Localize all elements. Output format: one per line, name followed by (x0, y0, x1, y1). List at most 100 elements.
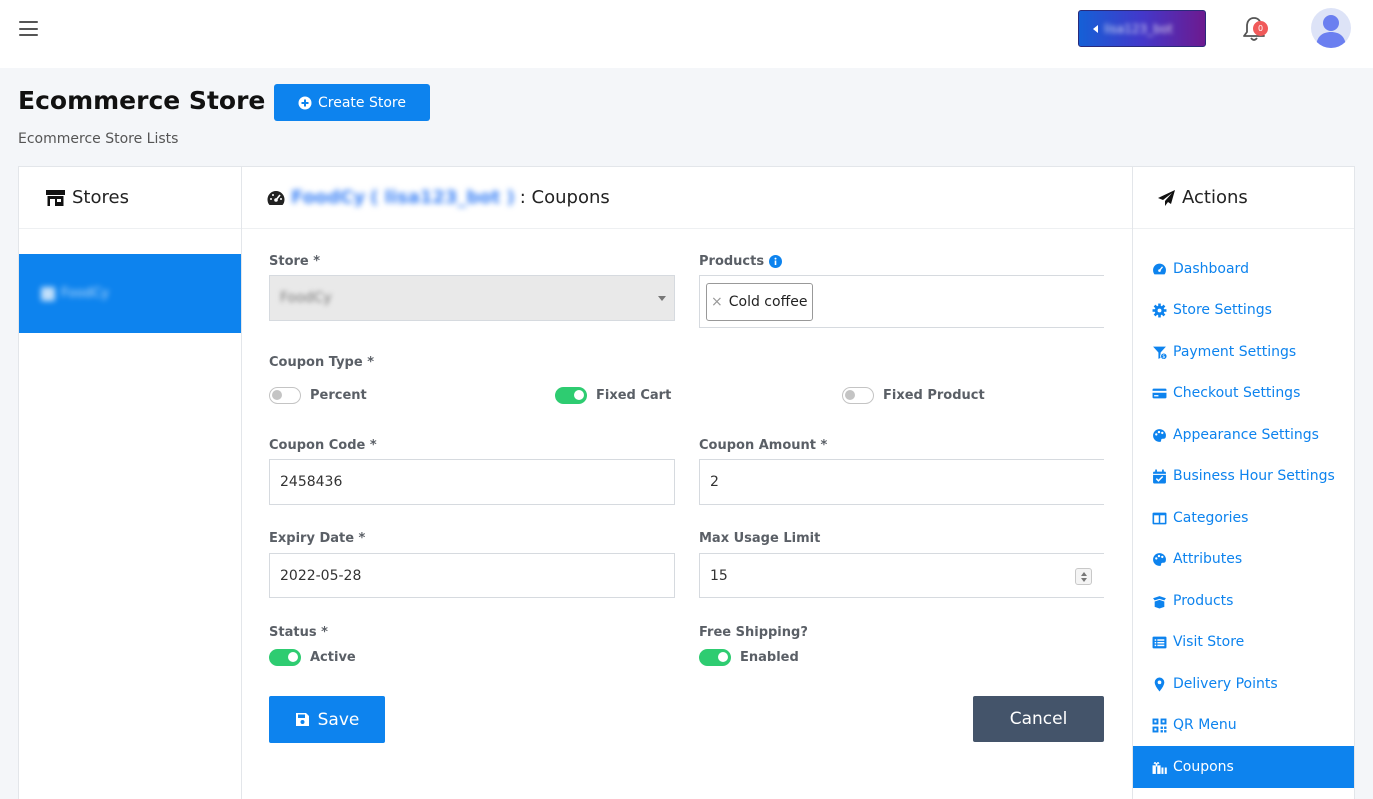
plus-circle-icon (298, 96, 312, 109)
max-usage-label: Max Usage Limit (699, 531, 821, 546)
store-list-item[interactable]: FoodCy (19, 254, 241, 333)
free-shipping-label: Free Shipping? (699, 625, 808, 640)
actions-card: Actions Dashboard Store Settings $ Payment … (1132, 166, 1355, 799)
store-bot-heading: ( lisa123_bot ) (370, 187, 515, 208)
coupon-code-value: 2458436 (280, 474, 343, 490)
bot-switcher-button[interactable]: lisa123_bot (1078, 10, 1206, 47)
products-multiselect[interactable]: × Cold coffee (699, 275, 1104, 328)
store-select[interactable]: FoodCy (269, 275, 675, 321)
store-select-value: FoodCy (280, 290, 332, 306)
coupons-heading: : Coupons (519, 187, 610, 208)
remove-tag-icon[interactable]: × (711, 294, 723, 310)
hamburger-menu-icon[interactable] (19, 21, 38, 36)
status-label: Status * (269, 625, 328, 640)
page-subtitle: Ecommerce Store Lists (18, 131, 179, 147)
action-label: Coupons (1173, 759, 1234, 775)
action-label: Payment Settings (1173, 344, 1297, 360)
action-label: Attributes (1173, 551, 1243, 567)
columns-icon (1152, 512, 1167, 524)
fixed-cart-toggle[interactable] (555, 387, 587, 404)
store-list-item-label: FoodCy (61, 286, 109, 301)
free-shipping-toggle-label: Enabled (740, 650, 799, 665)
stores-heading: Stores (72, 187, 129, 208)
max-usage-value: 15 (710, 567, 728, 584)
action-store-settings[interactable]: Store Settings (1133, 289, 1354, 331)
status-toggle-label: Active (310, 650, 356, 665)
store-select-label: Store * (269, 254, 321, 269)
action-label: Products (1173, 593, 1234, 609)
palette-icon (1153, 428, 1166, 442)
action-business-hour-settings[interactable]: Business Hour Settings (1133, 455, 1354, 497)
percent-toggle[interactable] (269, 387, 301, 404)
action-payment-settings[interactable]: $ Payment Settings (1133, 331, 1354, 373)
action-label: Checkout Settings (1173, 385, 1301, 401)
save-button-label: Save (317, 709, 360, 730)
max-usage-input[interactable]: 15 (699, 553, 1104, 598)
action-attributes[interactable]: Attributes (1133, 538, 1354, 580)
actions-card-header: Actions (1133, 167, 1354, 229)
user-avatar[interactable] (1311, 8, 1351, 48)
action-label: QR Menu (1173, 717, 1237, 733)
fixed-product-toggle[interactable] (842, 387, 874, 404)
svg-text:$: $ (1162, 354, 1165, 360)
number-spinner[interactable] (1075, 568, 1092, 585)
action-products[interactable]: Products (1133, 580, 1354, 622)
create-store-label: Create Store (318, 94, 406, 111)
action-label: Appearance Settings (1173, 427, 1319, 443)
page-title: Ecommerce Store (18, 86, 266, 115)
paper-plane-icon (1158, 189, 1175, 206)
action-appearance-settings[interactable]: Appearance Settings (1133, 414, 1354, 456)
free-shipping-toggle[interactable] (699, 649, 731, 666)
status-toggle[interactable] (269, 649, 301, 666)
stores-card-header: Stores (19, 167, 241, 229)
box-open-icon (1153, 595, 1166, 608)
action-checkout-settings[interactable]: Checkout Settings (1133, 372, 1354, 414)
bot-switcher-label: lisa123_bot (1104, 21, 1173, 36)
action-dashboard[interactable]: Dashboard (1133, 248, 1354, 290)
action-label: Visit Store (1173, 634, 1245, 650)
palette-icon (1153, 552, 1166, 566)
coupon-form-header: FoodCy ( lisa123_bot ) : Coupons (242, 167, 1132, 229)
top-navbar: lisa123_bot 0 (0, 0, 1373, 68)
map-marker-icon (1154, 677, 1165, 691)
products-label-row: Products (699, 254, 783, 269)
action-label: Dashboard (1173, 261, 1249, 277)
expiry-date-value: 2022-05-28 (280, 567, 362, 584)
cancel-button[interactable]: Cancel (973, 696, 1104, 742)
coupon-type-label: Coupon Type * (269, 355, 374, 370)
qrcode-icon (1152, 718, 1167, 732)
tachometer-icon (267, 190, 285, 205)
product-tag-label: Cold coffee (728, 294, 808, 310)
list-alt-icon (1152, 636, 1167, 648)
action-categories[interactable]: Categories (1133, 497, 1354, 539)
coupon-code-label: Coupon Code * (269, 438, 377, 453)
percent-toggle-label: Percent (310, 388, 367, 403)
store-name-heading: FoodCy (291, 187, 366, 208)
gear-icon (1152, 303, 1167, 317)
tachometer-icon (1153, 263, 1166, 274)
expiry-date-label: Expiry Date * (269, 531, 366, 546)
actions-heading: Actions (1182, 187, 1248, 208)
action-label: Categories (1173, 510, 1249, 526)
caret-left-icon (1093, 24, 1098, 33)
action-label: Store Settings (1173, 302, 1272, 318)
select-caret-icon (658, 296, 666, 301)
action-label: Business Hour Settings (1173, 468, 1335, 484)
action-qr-menu[interactable]: QR Menu (1133, 704, 1354, 746)
create-store-button[interactable]: Create Store (274, 84, 430, 121)
credit-card-icon (1152, 388, 1167, 398)
coupon-code-input[interactable]: 2458436 (269, 459, 675, 505)
store-icon (46, 189, 65, 206)
expiry-date-input[interactable]: 2022-05-28 (269, 553, 675, 598)
action-visit-store[interactable]: Visit Store (1133, 621, 1354, 663)
save-button[interactable]: Save (269, 696, 385, 743)
coupon-amount-label: Coupon Amount * (699, 438, 828, 453)
action-coupons[interactable]: Coupons (1133, 746, 1354, 788)
action-label: Delivery Points (1173, 676, 1278, 692)
stores-card: Stores FoodCy (18, 166, 242, 799)
info-circle-icon[interactable] (769, 255, 783, 268)
coupon-amount-value: 2 (710, 474, 719, 490)
action-delivery-points[interactable]: Delivery Points (1133, 663, 1354, 705)
coupon-amount-input[interactable]: 2 (699, 459, 1104, 505)
user-silhouette-icon (1316, 15, 1346, 48)
